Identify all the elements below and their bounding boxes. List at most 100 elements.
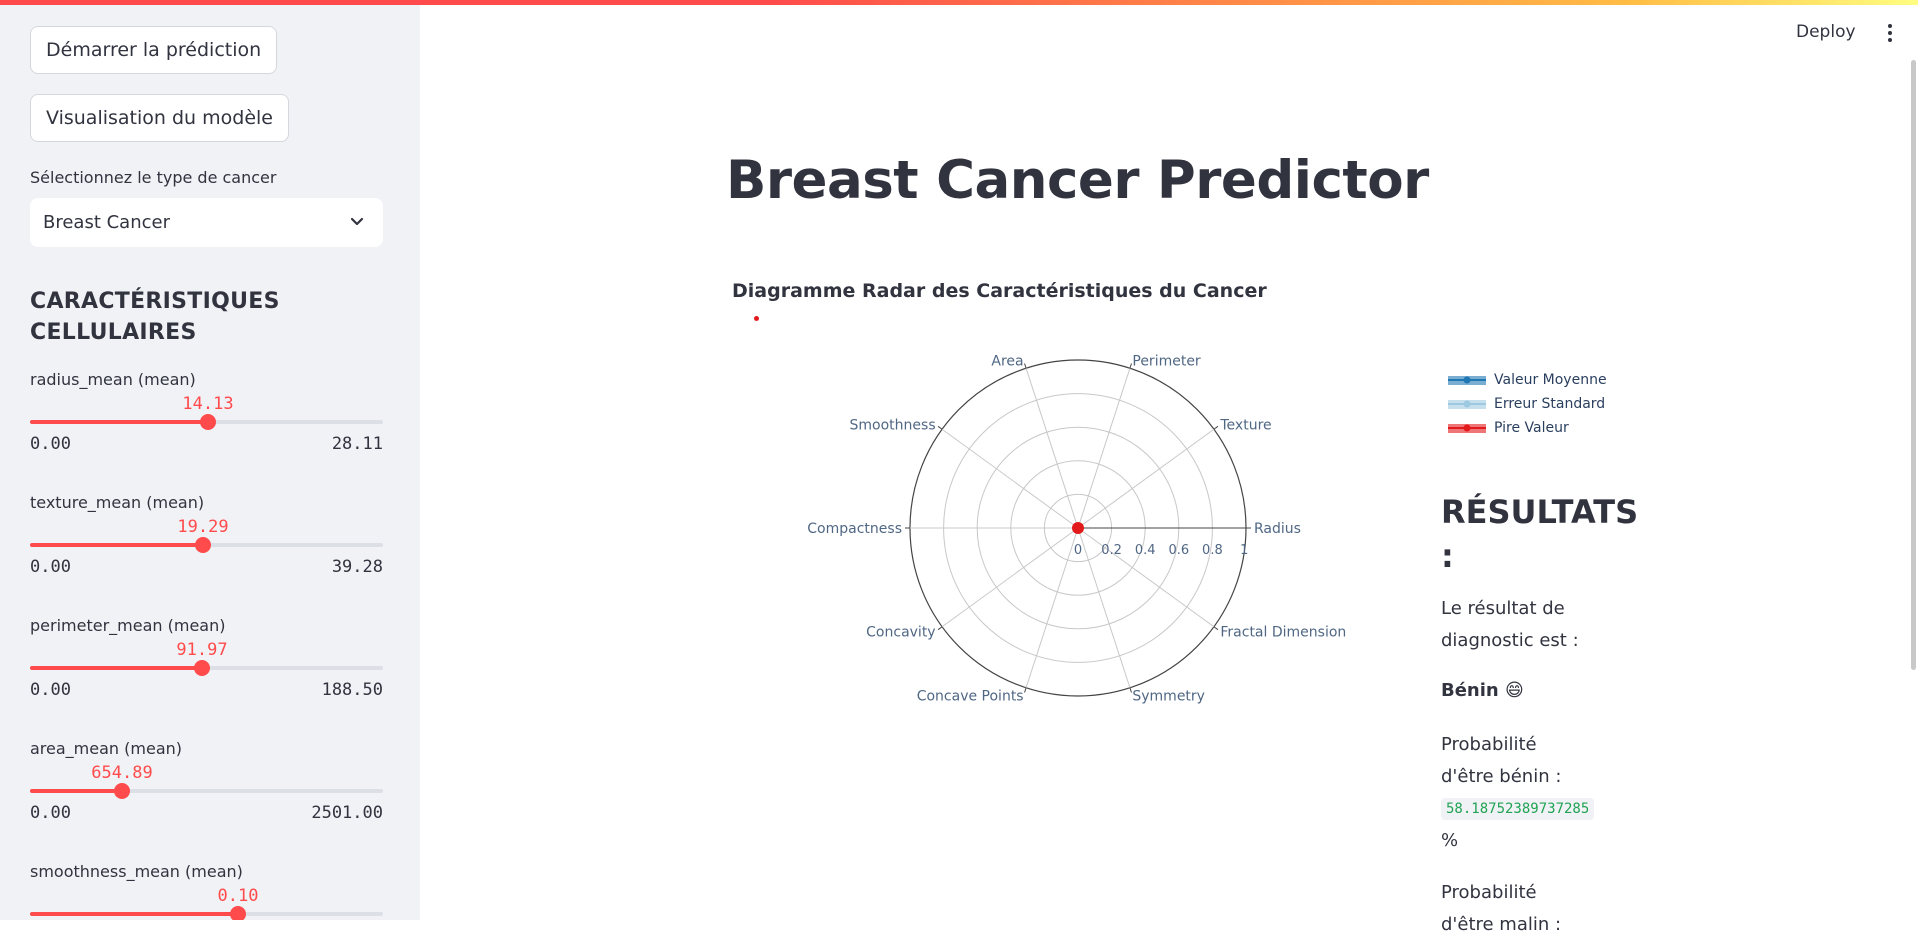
slider-thumb[interactable] xyxy=(195,537,211,553)
radial-tick-label: 1 xyxy=(1240,543,1248,558)
cancer-type-label: Sélectionnez le type de cancer xyxy=(30,168,277,187)
scrollbar[interactable] xyxy=(1911,60,1916,670)
slider-label: radius_mean (mean) xyxy=(30,370,196,389)
diagnosis-text: Le résultat de diagnostic est : xyxy=(1441,598,1579,651)
slider-track[interactable] xyxy=(30,906,383,920)
spoke xyxy=(1077,428,1215,529)
spoke-tick xyxy=(937,425,943,430)
prob-malignant-label: Probabilité d'être malin : xyxy=(1441,882,1562,935)
page-title: Breast Cancer Predictor xyxy=(726,150,1429,211)
axis-label-symmetry: Symmetry xyxy=(1132,688,1205,704)
chart-legend: Valeur Moyenne Erreur Standard Pire Valeur xyxy=(1448,368,1607,440)
slider-min: 0.00 xyxy=(30,680,71,700)
cancer-type-select[interactable]: Breast Cancer xyxy=(30,198,383,247)
spoke-tick xyxy=(1213,626,1219,631)
spoke xyxy=(941,527,1079,628)
spoke xyxy=(941,428,1079,529)
slider-max: 28.11 xyxy=(331,434,383,454)
slider-label: smoothness_mean (mean) xyxy=(30,862,243,881)
spoke-tick xyxy=(1129,363,1132,369)
axis-label-area: Area xyxy=(991,354,1023,370)
slider-max: 39.28 xyxy=(331,557,383,577)
legend-swatch-icon xyxy=(1448,424,1486,433)
results-heading: RÉSULTATS : xyxy=(1441,493,1639,575)
spoke xyxy=(1077,368,1131,529)
radial-tick-label: 0.2 xyxy=(1101,543,1122,558)
more-menu-icon[interactable] xyxy=(1886,24,1894,46)
slider-value: 654.89 xyxy=(91,763,153,783)
diagnosis-result: Bénin 😄 xyxy=(1441,680,1524,701)
slider-value: 14.13 xyxy=(182,394,234,414)
spoke-tick xyxy=(937,626,943,631)
slider-fill xyxy=(30,420,208,424)
slider-value: 0.10 xyxy=(217,886,259,906)
slider-min: 0.00 xyxy=(30,803,71,823)
slider-track[interactable] xyxy=(30,537,383,553)
slider-max: 188.50 xyxy=(321,680,383,700)
legend-label: Pire Valeur xyxy=(1494,420,1569,436)
sidebar: Démarrer la prédiction Visualisation du … xyxy=(0,0,420,920)
slider-track[interactable] xyxy=(30,414,383,430)
spoke-tick xyxy=(1213,425,1219,430)
slider-thumb[interactable] xyxy=(114,783,130,799)
legend-swatch-icon xyxy=(1448,376,1486,385)
start-prediction-button[interactable]: Démarrer la prédiction xyxy=(30,26,278,74)
axis-label-texture: Texture xyxy=(1219,418,1271,434)
prob-benign-label: Probabilité d'être bénin : xyxy=(1441,734,1562,787)
slider-fill xyxy=(30,543,203,547)
deploy-button[interactable]: Deploy xyxy=(1796,22,1856,42)
spoke xyxy=(1025,527,1079,688)
axis-label-compactness: Compactness xyxy=(807,521,902,537)
model-visualization-button[interactable]: Visualisation du modèle xyxy=(30,94,289,142)
slider-4[interactable]: smoothness_mean (mean) 0.10 xyxy=(30,862,383,920)
radial-tick-label: 0.6 xyxy=(1168,543,1189,558)
spoke-tick xyxy=(1024,687,1027,693)
section-heading: CARACTÉRISTIQUES CELLULAIRES xyxy=(30,289,280,345)
axis-label-perimeter: Perimeter xyxy=(1132,354,1201,370)
top-decoration-bar xyxy=(0,0,1918,5)
spoke xyxy=(1025,368,1079,529)
slider-3[interactable]: area_mean (mean) 654.89 0.00 2501.00 xyxy=(30,739,383,849)
radial-tick-label: 0.4 xyxy=(1135,543,1156,558)
radar-chart: Radius Texture Perimeter Area Smoothness Comp… xyxy=(807,354,1346,705)
slider-max: 2501.00 xyxy=(311,803,383,823)
slider-label: texture_mean (mean) xyxy=(30,493,205,512)
slider-fill xyxy=(30,666,202,670)
prob-benign-value: 58.18752389737285 xyxy=(1441,798,1595,820)
legend-label: Valeur Moyenne xyxy=(1494,372,1607,388)
series-center-marker xyxy=(1072,522,1084,534)
axis-label-fractal-dimension: Fractal Dimension xyxy=(1220,624,1346,640)
legend-item[interactable]: Erreur Standard xyxy=(1448,392,1607,416)
slider-thumb[interactable] xyxy=(230,906,246,920)
slider-fill xyxy=(30,912,238,916)
legend-label: Erreur Standard xyxy=(1494,396,1606,412)
legend-swatch-icon xyxy=(1448,400,1486,409)
slider-min: 0.00 xyxy=(30,557,71,577)
axis-label-concave-points: Concave Points xyxy=(917,688,1024,704)
spoke-tick xyxy=(1024,363,1027,369)
axis-label-radius: Radius xyxy=(1254,521,1301,537)
slider-track[interactable] xyxy=(30,660,383,676)
slider-value: 91.97 xyxy=(176,640,228,660)
percent-sign: % xyxy=(1441,830,1459,851)
slider-2[interactable]: perimeter_mean (mean) 91.97 0.00 188.50 xyxy=(30,616,383,726)
legend-item[interactable]: Pire Valeur xyxy=(1448,416,1607,440)
legend-item[interactable]: Valeur Moyenne xyxy=(1448,368,1607,392)
chart-title: Diagramme Radar des Caractéristiques du … xyxy=(732,280,1267,302)
slider-track[interactable] xyxy=(30,783,383,799)
axis-label-concavity: Concavity xyxy=(866,624,935,640)
slider-thumb[interactable] xyxy=(194,660,210,676)
slider-1[interactable]: texture_mean (mean) 19.29 0.00 39.28 xyxy=(30,493,383,603)
chart-marker-dot xyxy=(754,316,759,321)
cancer-type-value: Breast Cancer xyxy=(43,212,170,233)
spoke-tick xyxy=(1129,687,1132,693)
radial-tick-label: 0 xyxy=(1074,543,1082,558)
slider-fill xyxy=(30,789,122,793)
slider-thumb[interactable] xyxy=(200,414,216,430)
slider-label: perimeter_mean (mean) xyxy=(30,616,226,635)
slider-0[interactable]: radius_mean (mean) 14.13 0.00 28.11 xyxy=(30,370,383,480)
slider-value: 19.29 xyxy=(177,517,229,537)
slider-label: area_mean (mean) xyxy=(30,739,182,758)
chevron-down-icon xyxy=(350,217,364,226)
slider-min: 0.00 xyxy=(30,434,71,454)
